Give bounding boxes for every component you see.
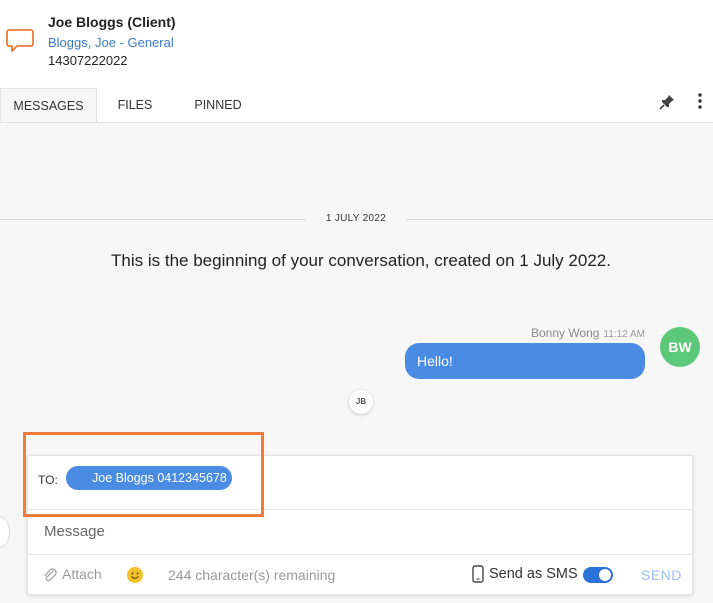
contact-phone: 14307222022 — [48, 53, 128, 68]
message-sender: Bonny Wong — [530, 326, 600, 340]
emoji-icon[interactable] — [127, 567, 143, 583]
tab-files[interactable]: FILES — [105, 88, 165, 122]
message-composer: TO: Joe Bloggs 0412345678 Message Attach… — [27, 455, 693, 595]
conversation-header: Joe Bloggs (Client) Bloggs, Joe - Genera… — [0, 0, 713, 88]
recipient-chip[interactable]: Joe Bloggs 0412345678 — [66, 466, 232, 490]
contact-name: Joe Bloggs (Client) — [48, 14, 176, 30]
message-time: 11:12 AM — [603, 329, 645, 340]
matter-link[interactable]: Bloggs, Joe - General — [48, 35, 174, 50]
attach-button[interactable]: Attach — [42, 566, 102, 583]
paperclip-icon — [44, 568, 57, 582]
message-meta: Bonny Wong 11:12 AM — [470, 326, 645, 340]
pin-icon[interactable] — [658, 93, 676, 111]
tab-pinned[interactable]: PINNED — [187, 88, 249, 122]
message-bubble[interactable]: Hello! — [405, 343, 645, 379]
date-divider-line — [406, 219, 713, 220]
attach-label: Attach — [62, 566, 102, 582]
tab-messages[interactable]: MESSAGES — [0, 88, 97, 122]
composer-divider — [28, 554, 692, 555]
conversation-start-text: This is the beginning of your conversati… — [111, 251, 611, 270]
more-options-icon[interactable] — [694, 92, 706, 110]
send-as-sms-toggle[interactable] — [583, 567, 613, 583]
date-divider: 1 JULY 2022 — [325, 213, 387, 224]
mobile-phone-icon — [472, 565, 484, 583]
sender-avatar: BW — [660, 327, 700, 367]
recipient-avatar: JB — [349, 390, 373, 414]
tab-bar: MESSAGES FILES PINNED — [0, 88, 713, 123]
composer-divider — [28, 509, 692, 510]
to-label: TO: — [38, 473, 58, 487]
toggle-knob — [599, 569, 611, 581]
send-as-sms-label: Send as SMS — [489, 566, 578, 582]
char-remaining: 244 character(s) remaining — [168, 567, 336, 583]
send-button[interactable]: SEND — [641, 567, 682, 583]
date-divider-line — [0, 219, 306, 220]
message-input[interactable]: Message — [44, 523, 105, 540]
chat-bubble-icon — [6, 29, 34, 52]
